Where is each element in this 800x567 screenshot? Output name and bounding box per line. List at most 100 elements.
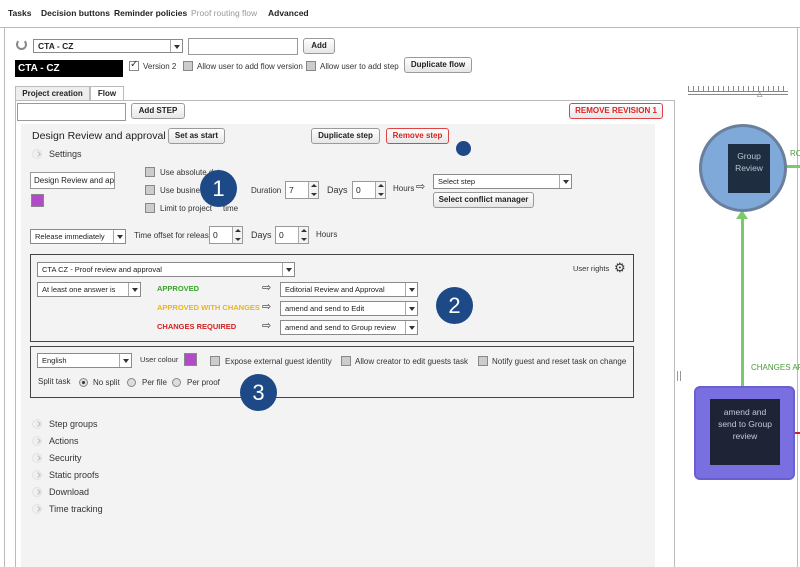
- static-proofs-chevron-icon[interactable]: [32, 470, 42, 480]
- status-approved: APPROVED: [157, 284, 200, 293]
- chevron-down-icon: [282, 263, 294, 276]
- arrow-right-icon: ⇨: [262, 282, 272, 294]
- rule-select[interactable]: At least one answer is: [37, 282, 141, 297]
- zoom-ruler[interactable]: [688, 86, 788, 92]
- step-color-swatch[interactable]: [31, 194, 44, 207]
- no-split-radio[interactable]: [79, 378, 88, 387]
- stepper-arrows-icon[interactable]: [375, 182, 385, 198]
- new-step-input[interactable]: [17, 103, 126, 121]
- refresh-icon[interactable]: [16, 39, 27, 50]
- per-proof-radio[interactable]: [172, 378, 181, 387]
- allow-add-step-checkbox[interactable]: [306, 61, 316, 71]
- nav-advanced[interactable]: Advanced: [268, 8, 309, 18]
- flow-graph: △ RO CHANGES AP Group Review amend and s…: [684, 80, 800, 567]
- section-static-proofs[interactable]: Static proofs: [49, 470, 99, 480]
- callout-3-text: 3: [252, 380, 265, 405]
- node2-line3: review: [732, 431, 758, 441]
- callout-3: 3: [240, 374, 277, 411]
- approved-target-select[interactable]: Editorial Review and Approval: [280, 282, 418, 297]
- graph-node-amend-group-review[interactable]: amend and send to Group review: [694, 386, 795, 480]
- node2-line1: amend and: [723, 407, 767, 417]
- step-groups-chevron-icon[interactable]: [32, 419, 42, 429]
- with-changes-target-select[interactable]: amend and send to Edit: [280, 301, 418, 316]
- stepper-arrows-icon[interactable]: [298, 227, 308, 243]
- arrow-right-icon: ⇨: [262, 301, 272, 313]
- split-task-label: Split task: [38, 377, 71, 386]
- language-select[interactable]: English: [37, 353, 132, 368]
- flow-select[interactable]: CTA - CZ: [33, 39, 183, 53]
- section-step-groups[interactable]: Step groups: [49, 419, 98, 429]
- callout-1-text: 1: [212, 176, 225, 201]
- section-time-tracking[interactable]: Time tracking: [49, 504, 103, 514]
- download-chevron-icon[interactable]: [32, 487, 42, 497]
- per-file-radio[interactable]: [127, 378, 136, 387]
- duration-stepper[interactable]: 7: [285, 181, 319, 199]
- chevron-down-icon: [405, 283, 417, 296]
- allow-creator-checkbox[interactable]: [341, 356, 351, 366]
- add-button[interactable]: Add: [303, 38, 335, 54]
- set-as-start-button[interactable]: Set as start: [168, 128, 225, 144]
- nav-tasks[interactable]: Tasks: [8, 8, 31, 18]
- select-conflict-manager-button[interactable]: Select conflict manager: [433, 192, 534, 208]
- version-checkbox[interactable]: [129, 59, 139, 71]
- arrow-right-icon: ⇨: [416, 181, 426, 193]
- step-name-input[interactable]: Design Review and ap: [30, 172, 115, 189]
- callout-1: 1: [200, 170, 237, 207]
- offset-hours-stepper[interactable]: 0: [275, 226, 309, 244]
- status-dot: [456, 141, 471, 156]
- user-colour-swatch[interactable]: [184, 353, 197, 366]
- flow-name-badge-text: CTA - CZ: [18, 63, 60, 74]
- step-title: Design Review and approval: [32, 130, 166, 142]
- days-stepper[interactable]: 0: [352, 181, 386, 199]
- time-tracking-chevron-icon[interactable]: [32, 504, 42, 514]
- use-absolute-date-checkbox[interactable]: [145, 167, 155, 177]
- flow-name-input[interactable]: [188, 38, 298, 55]
- splitter-handle[interactable]: [677, 371, 681, 381]
- actions-chevron-icon[interactable]: [32, 436, 42, 446]
- stepper-arrows-icon[interactable]: [308, 182, 318, 198]
- tab-flow[interactable]: Flow: [90, 86, 124, 101]
- limit-to-project-checkbox[interactable]: [145, 203, 155, 213]
- duplicate-flow-button[interactable]: Duplicate flow: [404, 57, 472, 73]
- days-label: Days: [327, 185, 348, 195]
- gear-icon[interactable]: ⚙: [614, 260, 626, 276]
- changes-required-target-select[interactable]: amend and send to Group review: [280, 320, 418, 335]
- section-actions[interactable]: Actions: [49, 436, 79, 446]
- tab-project-creation[interactable]: Project creation: [15, 86, 90, 101]
- graph-node-group-review[interactable]: Group Review: [699, 124, 787, 212]
- user-colour-label: User colour: [140, 355, 179, 364]
- edge-label-mid: CHANGES AP: [751, 363, 800, 372]
- template-select[interactable]: CTA CZ - Proof review and approval: [37, 262, 295, 277]
- callout-2: 2: [436, 287, 473, 324]
- use-business-checkbox[interactable]: [145, 185, 155, 195]
- top-nav: Tasks Decision buttons Reminder policies…: [0, 0, 800, 28]
- duplicate-step-button[interactable]: Duplicate step: [311, 128, 380, 144]
- tab-flow-label: Flow: [97, 89, 117, 98]
- section-download[interactable]: Download: [49, 487, 89, 497]
- settings-chevron-icon[interactable]: [32, 149, 42, 159]
- release-select[interactable]: Release immediately: [30, 229, 126, 244]
- per-proof-label: Per proof: [187, 378, 220, 387]
- notify-guest-label: Notify guest and reset task on change: [492, 357, 627, 366]
- settings-section[interactable]: Settings: [49, 149, 82, 159]
- version-label: Version 2: [143, 62, 177, 71]
- nav-proof-routing-flow[interactable]: Proof routing flow: [191, 8, 257, 18]
- remove-step-button[interactable]: Remove step: [386, 128, 449, 144]
- section-security[interactable]: Security: [49, 453, 82, 463]
- nav-decision-buttons[interactable]: Decision buttons: [41, 8, 110, 18]
- chevron-down-icon: [405, 302, 417, 315]
- add-step-button[interactable]: Add STEP: [131, 103, 185, 119]
- remove-revision-button[interactable]: REMOVE REVISION 1: [569, 103, 663, 119]
- chevron-down-icon: [128, 283, 140, 296]
- select-step-dropdown[interactable]: Select step: [433, 174, 572, 189]
- offset-days-stepper[interactable]: 0: [209, 226, 243, 244]
- stepper-arrows-icon[interactable]: [232, 227, 242, 243]
- expose-guest-checkbox[interactable]: [210, 356, 220, 366]
- notify-guest-checkbox[interactable]: [478, 356, 488, 366]
- offset-hours-value: 0: [279, 230, 284, 240]
- security-chevron-icon[interactable]: [32, 453, 42, 463]
- per-file-label: Per file: [142, 378, 167, 387]
- allow-creator-label: Allow creator to edit guests task: [355, 357, 468, 366]
- nav-reminder-policies[interactable]: Reminder policies: [114, 8, 187, 18]
- allow-flow-version-checkbox[interactable]: [183, 61, 193, 71]
